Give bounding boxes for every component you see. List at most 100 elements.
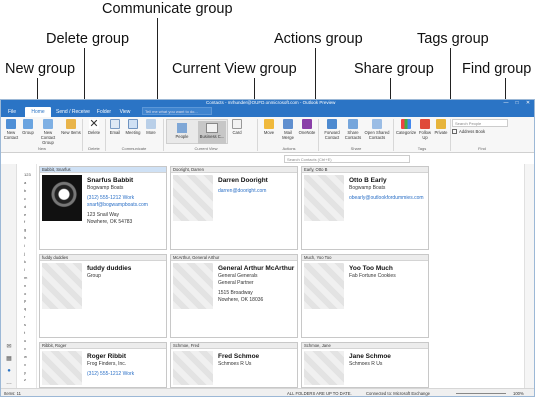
callout-communicate-group: Communicate group <box>102 1 233 17</box>
mail-icon[interactable]: ✉ <box>5 344 13 350</box>
new-items-button[interactable]: New Items <box>61 119 81 145</box>
contact-card[interactable]: Dooright, Darren Darren Dooright darren@do… <box>170 166 298 250</box>
open-shared-contacts-button[interactable]: Open Shared Contacts <box>363 119 391 145</box>
search-contacts-input[interactable]: Search Contacts (Ctrl+E) <box>284 155 410 163</box>
alphabet-letter[interactable]: h <box>24 235 26 240</box>
alphabet-letter[interactable]: a <box>24 180 26 185</box>
onenote-icon <box>302 119 312 129</box>
contact-link[interactable]: (312) 555-1212 Work <box>87 195 134 201</box>
new-contact-group-button[interactable]: New Contact Group <box>37 119 59 145</box>
contact-card[interactable]: Schmoe, Jane Jane Schmoe Schmoes R Us <box>301 342 429 388</box>
alphabet-letter[interactable]: s <box>24 322 26 327</box>
follow-up-button[interactable]: Follow Up <box>417 119 433 145</box>
alphabet-letter[interactable]: b <box>24 188 26 193</box>
search-people-input[interactable]: Search People <box>452 119 508 127</box>
alphabet-letter[interactable]: d <box>24 204 26 209</box>
forward-contact-button[interactable]: Forward Contact <box>321 119 343 145</box>
share-contacts-button[interactable]: Share Contacts <box>344 119 362 145</box>
close-button[interactable]: ✕ <box>523 100 533 106</box>
contact-placeholder-image <box>304 175 344 221</box>
contact-link[interactable]: darren@dooright.com <box>218 188 266 194</box>
card-view-button[interactable]: Card <box>230 119 244 145</box>
contact-card[interactable]: fuddy duddies fuddy duddies Group <box>39 254 167 338</box>
status-bar: Items: 11 ALL FOLDERS ARE UP TO DATE. Co… <box>1 388 534 396</box>
onenote-button[interactable]: OneNote <box>298 119 316 145</box>
email-icon <box>110 119 120 129</box>
alphabet-letter[interactable]: p <box>24 298 26 303</box>
group-label: Group <box>22 130 34 135</box>
categorize-button[interactable]: Categorize <box>396 119 416 145</box>
zoom-slider[interactable] <box>456 393 506 394</box>
alphabet-letter[interactable]: g <box>24 227 26 232</box>
new-group-button[interactable]: Group <box>20 119 36 145</box>
tab-home[interactable]: Home <box>25 107 51 117</box>
minimize-button[interactable]: — <box>501 100 511 106</box>
mail-merge-button[interactable]: Mail Merge <box>279 119 297 145</box>
move-button[interactable]: Move <box>261 119 277 145</box>
alphabet-letter[interactable]: k <box>24 259 26 264</box>
contact-card[interactable]: Babbit, Snarfus Snarfus Babbit Bogwamp Boa… <box>39 166 167 250</box>
vertical-scrollbar[interactable] <box>524 164 534 388</box>
calendar-icon[interactable]: ▦ <box>5 356 13 362</box>
delete-button[interactable]: ✕ Delete <box>85 119 103 145</box>
contact-detail: Nowhere, OK 54783 <box>87 219 133 225</box>
contact-card[interactable]: Much, Yoo Too Yoo Too Much Fab Fortune Coo… <box>301 254 429 338</box>
contact-link[interactable]: (312) 555-1212 Work <box>87 371 134 377</box>
group-label-find: Find <box>478 146 486 151</box>
alphabet-letter[interactable]: q <box>24 306 26 311</box>
alphabet-letter[interactable]: i <box>24 243 25 248</box>
contact-detail: Fab Fortune Cookies <box>349 273 396 279</box>
contact-placeholder-image <box>304 351 344 385</box>
contact-link[interactable]: snarf@bogwampboats.com <box>87 202 148 208</box>
alphabet-letter[interactable]: w <box>24 354 27 359</box>
move-label: Move <box>263 130 275 135</box>
alphabet-letter[interactable]: z <box>24 377 26 382</box>
alphabet-letter[interactable]: n <box>24 283 26 288</box>
view-people[interactable]: People <box>168 121 196 144</box>
new-contact-button[interactable]: New Contact <box>3 119 19 145</box>
address-book-button[interactable]: Address Book <box>452 129 485 135</box>
ribbon-separator <box>257 119 258 151</box>
alphabet-letter[interactable]: l <box>24 267 25 272</box>
contact-card[interactable]: Schmoe, Fred Fred Schmoe Schmoes R Us <box>170 342 298 388</box>
business-card-label: Business C... <box>199 134 225 139</box>
alphabet-letter[interactable]: o <box>24 291 26 296</box>
alphabet-letter[interactable]: j <box>24 251 25 256</box>
contact-name: Snarfus Babbit <box>87 177 134 184</box>
group-label-actions: Actions <box>282 146 296 151</box>
alphabet-letter[interactable]: f <box>24 219 25 224</box>
alphabet-letter[interactable]: v <box>24 346 26 351</box>
tab-folder[interactable]: Folder <box>94 107 114 117</box>
more-button[interactable]: More <box>143 119 159 145</box>
contact-card-header: fuddy duddies <box>40 255 166 261</box>
alphabet-letter[interactable]: 123 <box>24 172 31 177</box>
contact-card[interactable]: McArthur, General Arthur General Arthur M… <box>170 254 298 338</box>
people-icon[interactable]: ● <box>5 368 13 374</box>
alphabet-letter[interactable]: m <box>24 275 27 280</box>
alphabet-letter[interactable]: t <box>24 330 25 335</box>
people-icon <box>177 123 187 133</box>
alphabet-letter[interactable]: e <box>24 212 26 217</box>
email-button[interactable]: Email <box>107 119 123 145</box>
more-icon <box>146 119 156 129</box>
alphabet-letter[interactable]: y <box>24 370 26 375</box>
alphabet-letter[interactable]: c <box>24 196 26 201</box>
alphabet-letter[interactable]: x <box>24 362 26 367</box>
contact-card[interactable]: Ribbit, Roger Roger Ribbit Frog Finders, I… <box>39 342 167 388</box>
new-contact-group-label: New Contact Group <box>40 130 56 145</box>
alphabet-letter[interactable]: u <box>24 338 26 343</box>
maximize-button[interactable]: □ <box>512 100 522 106</box>
tab-view[interactable]: View <box>116 107 134 117</box>
private-button[interactable]: Private <box>434 119 448 145</box>
contact-card[interactable]: Early, Otto B Otto B Early Bogwamp Boats ob… <box>301 166 429 250</box>
view-business-card[interactable]: Business C... <box>198 121 226 144</box>
meeting-button[interactable]: Meeting <box>124 119 142 145</box>
new-contact-icon <box>6 119 16 129</box>
tab-send-receive[interactable]: Send / Receive <box>53 107 93 117</box>
tab-file[interactable]: File <box>3 107 21 117</box>
contact-link[interactable]: obearly@outlookfordummies.com <box>349 195 424 201</box>
tell-me-input[interactable]: Tell me what you want to do... <box>142 107 212 115</box>
more-apps-icon[interactable]: … <box>5 380 13 386</box>
move-icon <box>264 119 274 129</box>
alphabet-letter[interactable]: r <box>24 314 25 319</box>
